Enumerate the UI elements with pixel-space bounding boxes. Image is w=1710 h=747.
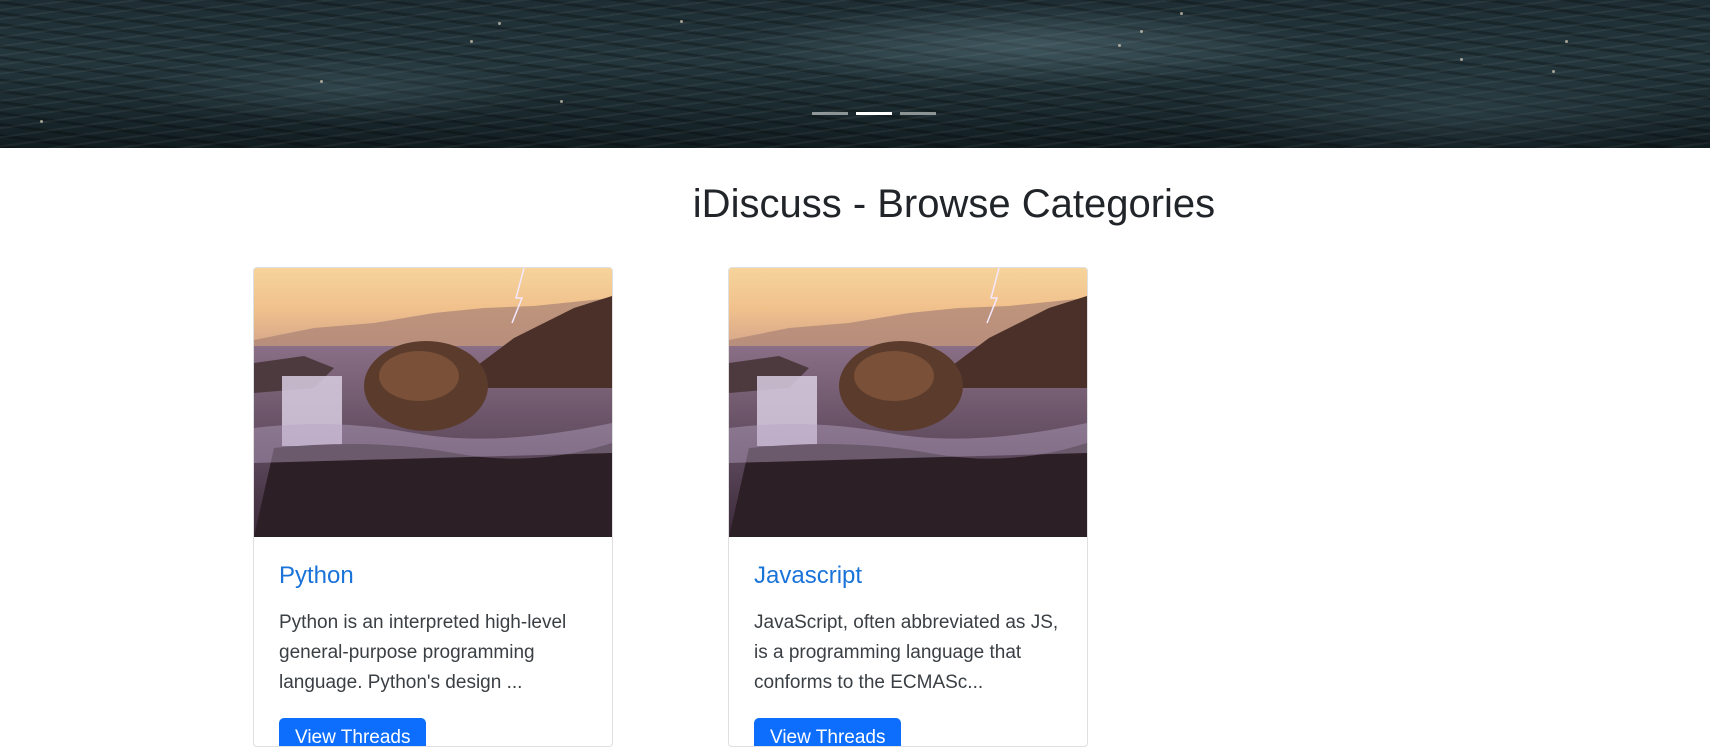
category-image: [729, 268, 1087, 537]
category-title[interactable]: Python: [279, 561, 587, 590]
category-description: JavaScript, often abbreviated as JS, is …: [754, 612, 1059, 693]
carousel-indicators: [0, 112, 1710, 115]
carousel-indicator-1[interactable]: [812, 112, 848, 115]
category-card-python: Python Python is an interpreted high-lev…: [253, 267, 613, 747]
view-threads-button[interactable]: View Threads: [754, 718, 902, 746]
card-body: Javascript JavaScript, often abbreviated…: [729, 537, 1087, 746]
category-image: [254, 268, 612, 537]
category-card-javascript: Javascript JavaScript, often abbreviated…: [728, 267, 1088, 747]
card-body: Python Python is an interpreted high-lev…: [254, 537, 612, 746]
hero-carousel: [0, 0, 1710, 148]
category-title[interactable]: Javascript: [754, 561, 1062, 590]
waterfall-landscape-image: [254, 268, 612, 537]
carousel-indicator-3[interactable]: [900, 112, 936, 115]
carousel-indicator-2[interactable]: [856, 112, 892, 115]
page-title: iDiscuss - Browse Categories: [692, 182, 1216, 226]
category-description: Python is an interpreted high-level gene…: [279, 612, 567, 693]
waterfall-landscape-image: [729, 268, 1087, 537]
view-threads-button[interactable]: View Threads: [279, 718, 427, 746]
